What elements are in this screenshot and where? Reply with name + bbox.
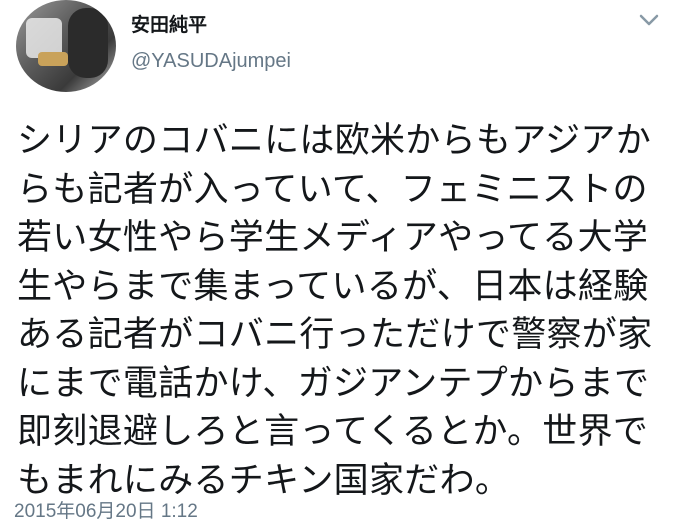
tweet-text-line: 生やらまで集まっているが、日本は経験 xyxy=(17,266,649,307)
tweet-text-line: ある記者がコバニ行っただけで警察が家 xyxy=(17,315,653,355)
tweet-text: シリアのコバニには欧米からもアジアか らも記者が入っていて、フェミニストの 若い… xyxy=(17,117,687,505)
author-display-name[interactable]: 安田純平 xyxy=(131,10,207,37)
tweet-text-line: 若い女性やら学生メディアやってる大学 xyxy=(17,218,649,258)
tweet-text-line: らも記者が入っていて、フェミニストの xyxy=(17,169,648,210)
tweet-text-line: にまで電話かけ、ガジアンテプからまで xyxy=(17,363,650,404)
tweet-card: 安田純平 @YASUDAjumpei シリアのコバニには欧米からもアジアか らも… xyxy=(0,0,700,525)
tweet-text-line: 即刻退避しろと言ってくるとか。世界で xyxy=(17,412,649,452)
author-handle[interactable]: @YASUDAjumpei xyxy=(131,50,291,73)
tweet-text-line: シリアのコバニには欧米からもアジアか xyxy=(17,121,652,161)
avatar-detail xyxy=(38,52,68,66)
avatar-detail xyxy=(68,8,108,78)
avatar[interactable] xyxy=(16,0,116,92)
tweet-timestamp[interactable]: 2015年06月20日 1:12 xyxy=(14,496,198,523)
chevron-down-icon[interactable] xyxy=(636,10,662,30)
chevron-down-icon-svg xyxy=(639,14,659,26)
